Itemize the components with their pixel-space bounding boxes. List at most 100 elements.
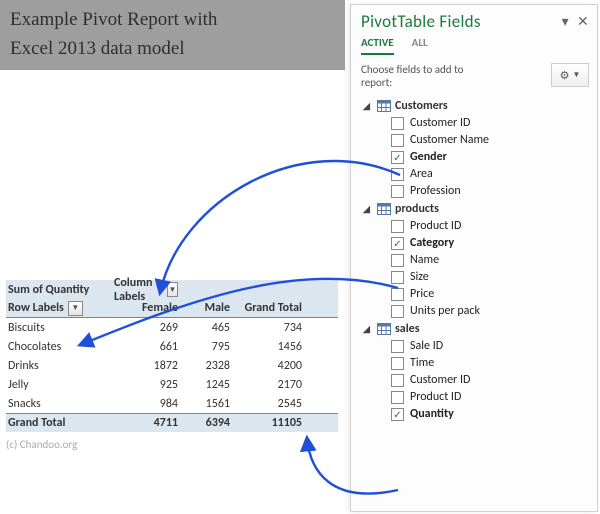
row-labels-text: Row Labels [8, 301, 64, 315]
field-item[interactable]: Product ID [391, 390, 593, 404]
measure-cell: Sum of Quantity [6, 283, 114, 297]
close-icon[interactable]: ✕ [577, 15, 589, 29]
checkbox-icon[interactable] [391, 185, 404, 198]
checkbox-icon[interactable] [391, 391, 404, 404]
pane-prompt-row: Choose fields to add to report: ⚙ ▼ [351, 55, 597, 93]
field-label: Area [410, 167, 433, 181]
table-header[interactable]: ◢products [363, 202, 593, 216]
col-male: Male [182, 301, 234, 315]
field-item[interactable]: Profession [391, 184, 593, 198]
field-item[interactable]: Size [391, 270, 593, 284]
grand-total-label: Grand Total [6, 416, 114, 430]
table-header[interactable]: ◢ Customers [363, 99, 593, 113]
pivot-table: Sum of Quantity Column Labels ▼ Row Labe… [6, 280, 338, 432]
checkbox-icon[interactable] [391, 117, 404, 130]
cell: 465 [182, 321, 234, 335]
checkbox-icon[interactable] [391, 168, 404, 181]
cell: 4711 [114, 416, 182, 430]
row-label: Jelly [6, 378, 114, 392]
field-item[interactable]: Customer ID [391, 373, 593, 387]
field-label: Customer ID [410, 116, 470, 130]
field-label: Gender [410, 150, 447, 164]
checkbox-icon[interactable] [391, 408, 404, 421]
pane-prompt: Choose fields to add to report: [361, 63, 491, 89]
field-label: Category [410, 236, 454, 250]
gear-icon: ⚙ [560, 69, 570, 82]
row-labels-cell[interactable]: Row Labels ▼ [6, 301, 114, 316]
checkbox-icon[interactable] [391, 357, 404, 370]
chevron-down-icon: ▼ [572, 70, 580, 80]
banner-line-1: Example Pivot Report with [10, 6, 335, 35]
table-row: Chocolates 661 795 1456 [6, 337, 338, 356]
pane-tabs: ACTIVE ALL [351, 36, 597, 55]
row-label: Chocolates [6, 340, 114, 354]
field-item[interactable]: Category [391, 236, 593, 250]
tab-all[interactable]: ALL [412, 36, 428, 55]
cell: 734 [234, 321, 306, 335]
banner-line-2: Excel 2013 data model [10, 35, 335, 64]
table-row: Jelly 925 1245 2170 [6, 375, 338, 394]
cell: 4200 [234, 359, 306, 373]
checkbox-icon[interactable] [391, 237, 404, 250]
cell: 1245 [182, 378, 234, 392]
column-labels-dropdown-icon[interactable]: ▼ [167, 282, 178, 297]
checkbox-icon[interactable] [391, 134, 404, 147]
field-item[interactable]: Area [391, 167, 593, 181]
field-label: Quantity [410, 407, 454, 421]
cell: 2328 [182, 359, 234, 373]
pivot-header-2: Row Labels ▼ Female Male Grand Total [6, 299, 338, 318]
field-item[interactable]: Customer Name [391, 133, 593, 147]
row-label: Drinks [6, 359, 114, 373]
cell: 795 [182, 340, 234, 354]
field-item[interactable]: Sale ID [391, 339, 593, 353]
col-grandtotal: Grand Total [234, 301, 306, 315]
column-labels-cell[interactable]: Column Labels ▼ [114, 276, 182, 304]
field-item[interactable]: Time [391, 356, 593, 370]
cell: 984 [114, 397, 182, 411]
field-label: Size [410, 270, 429, 284]
checkbox-icon[interactable] [391, 254, 404, 267]
field-item[interactable]: Price [391, 287, 593, 301]
cell: 925 [114, 378, 182, 392]
field-label: Product ID [410, 219, 461, 233]
tools-button[interactable]: ⚙ ▼ [551, 63, 589, 87]
pane-dropdown-icon[interactable]: ▾ [562, 15, 569, 29]
field-tree[interactable]: ◢ Customers Customer ID Customer Name Gender… [351, 93, 597, 511]
field-label: Name [410, 253, 439, 267]
field-label: Units per pack [410, 304, 480, 318]
field-item[interactable]: Quantity [391, 407, 593, 421]
field-item[interactable]: Product ID [391, 219, 593, 233]
field-label: Customer ID [410, 373, 470, 387]
table-header[interactable]: ◢ sales [363, 322, 593, 336]
checkbox-icon[interactable] [391, 151, 404, 164]
row-labels-dropdown-icon[interactable]: ▼ [68, 301, 83, 316]
expand-icon: ◢ [363, 324, 373, 335]
checkbox-icon[interactable] [391, 374, 404, 387]
field-item[interactable]: Units per pack [391, 304, 593, 318]
credit-text: (c) Chandoo.org [6, 438, 77, 451]
checkbox-icon[interactable] [391, 305, 404, 318]
checkbox-icon[interactable] [391, 340, 404, 353]
expand-icon: ◢ [363, 101, 373, 112]
cell: 269 [114, 321, 182, 335]
checkbox-icon[interactable] [391, 271, 404, 284]
checkbox-icon[interactable] [391, 288, 404, 301]
checkbox-icon[interactable] [391, 220, 404, 233]
table-row: Biscuits 269 465 734 [6, 318, 338, 337]
cell: 6394 [182, 416, 234, 430]
field-item[interactable]: Name [391, 253, 593, 267]
pane-title: PivotTable Fields [361, 11, 481, 32]
expand-icon: ◢ [363, 204, 373, 215]
field-item[interactable]: Customer ID [391, 116, 593, 130]
col-female: Female [114, 301, 182, 315]
tab-active[interactable]: ACTIVE [361, 36, 394, 55]
row-label: Biscuits [6, 321, 114, 335]
cell: 1872 [114, 359, 182, 373]
field-label: Time [410, 356, 434, 370]
cell: 11105 [234, 416, 306, 430]
column-labels-text: Column Labels [114, 276, 165, 304]
table-name: sales [395, 322, 420, 336]
table-name: Customers [395, 99, 448, 113]
field-label: Profession [410, 184, 461, 198]
field-item[interactable]: Gender [391, 150, 593, 164]
